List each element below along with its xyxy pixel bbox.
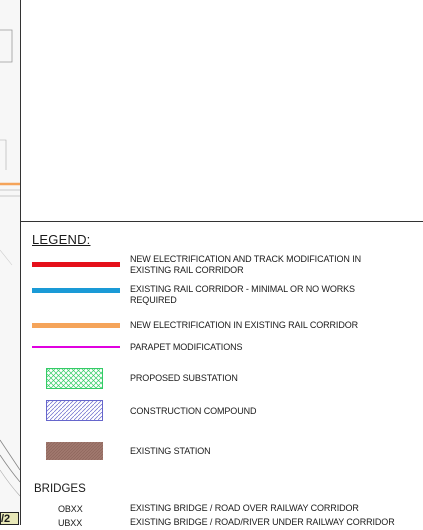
sheet-tag: /2 bbox=[0, 512, 19, 525]
legend-swatch-red-line bbox=[32, 262, 120, 267]
map-linework bbox=[0, 0, 21, 525]
bridge-code: OBXX bbox=[58, 504, 83, 514]
legend-label: PROPOSED SUBSTATION bbox=[130, 373, 238, 383]
bridge-label: EXISTING BRIDGE / ROAD/RIVER UNDER RAILW… bbox=[130, 517, 395, 527]
legend-label: EXISTING RAIL CORRIDOR - MINIMAL OR NO W… bbox=[130, 284, 355, 305]
legend-swatch-magenta-line bbox=[32, 346, 120, 348]
drawing-viewport-blank bbox=[20, 0, 423, 222]
legend-label: CONSTRUCTION COMPOUND bbox=[130, 406, 257, 416]
legend-title: LEGEND: bbox=[32, 232, 91, 247]
legend-swatch-compound-hatch bbox=[46, 400, 103, 421]
legend-swatch-substation-hatch bbox=[46, 368, 103, 389]
legend-label: NEW ELECTRIFICATION AND TRACK MODIFICATI… bbox=[130, 254, 362, 275]
bridge-label: EXISTING BRIDGE / ROAD OVER RAILWAY CORR… bbox=[130, 503, 359, 513]
legend-label: PARAPET MODIFICATIONS bbox=[130, 342, 243, 352]
bridge-code: UBXX bbox=[58, 518, 83, 528]
bridges-title: BRIDGES bbox=[34, 483, 86, 495]
legend-label: NEW ELECTRIFICATION IN EXISTING RAIL COR… bbox=[130, 320, 359, 330]
legend-swatch-station-fill bbox=[46, 442, 103, 460]
legend-swatch-blue-line bbox=[32, 288, 120, 293]
legend-label: EXISTING STATION bbox=[130, 446, 211, 456]
legend-swatch-orange-line bbox=[32, 323, 120, 328]
map-strip bbox=[0, 0, 21, 525]
